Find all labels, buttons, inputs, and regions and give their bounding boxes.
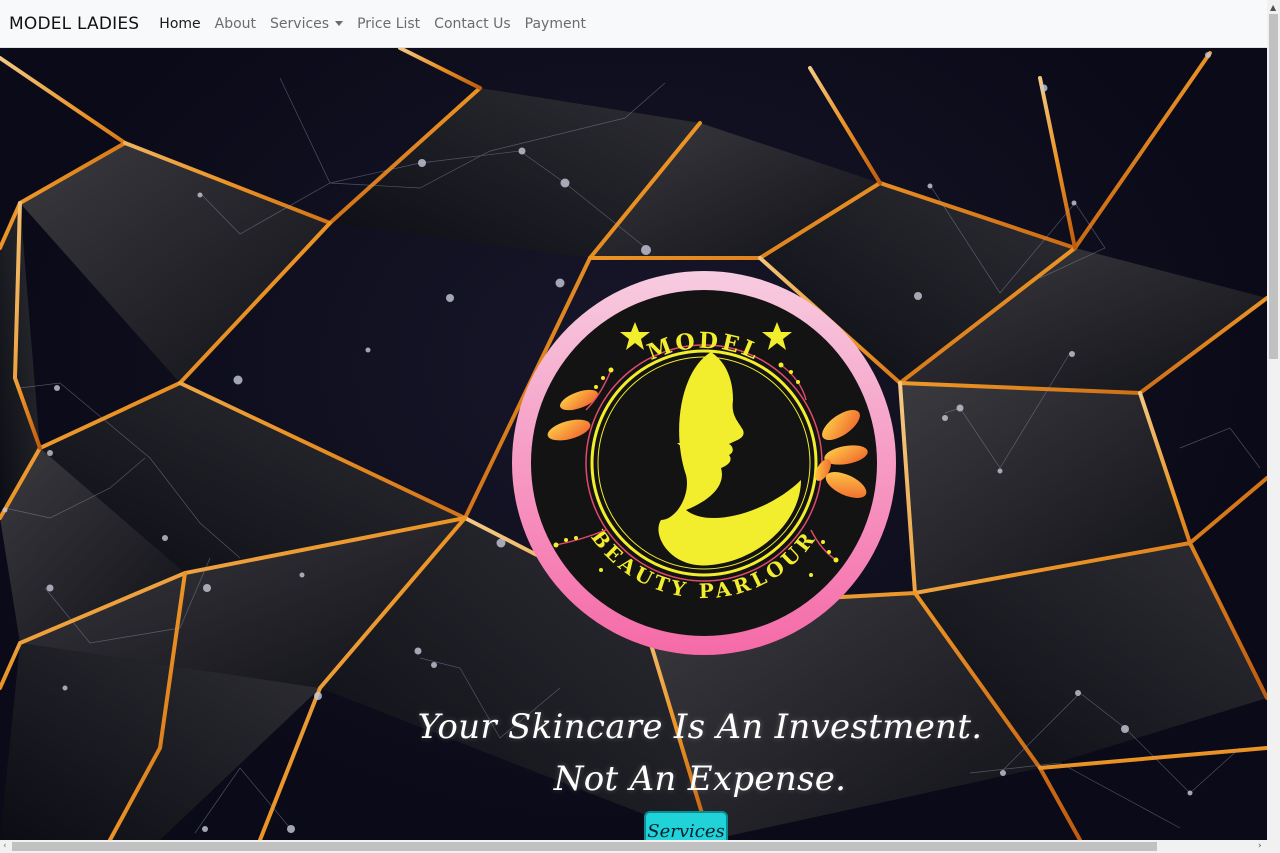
nav-services-dropdown[interactable]: Services [270, 15, 344, 32]
chevron-down-icon [335, 20, 344, 26]
tagline-line-1: Your Skincare Is An Investment. [417, 707, 983, 747]
nav-contact-link[interactable]: Contact Us [434, 16, 510, 32]
hero-section: MODEL BEAUTY PARLOUR Your Skincare Is An… [0, 48, 1267, 840]
services-button[interactable]: Services [644, 811, 728, 840]
nav-payment-link[interactable]: Payment [525, 16, 586, 32]
nav-price-list-link[interactable]: Price List [357, 16, 420, 32]
nav-about-link[interactable]: About [215, 16, 256, 32]
page: MODEL LADIES Home About Services Price L… [0, 0, 1280, 853]
horizontal-scrollbar[interactable]: ‹ › [0, 840, 1280, 853]
nav-services-label: Services [270, 15, 330, 32]
scroll-right-arrow-icon[interactable]: › [1258, 841, 1262, 851]
beauty-parlour-logo: MODEL BEAUTY PARLOUR [512, 271, 896, 655]
brand-logo-text[interactable]: MODEL LADIES [9, 14, 139, 34]
tagline-line-2: Not An Expense. [553, 759, 847, 799]
vertical-scrollbar[interactable]: ▲ [1267, 0, 1280, 840]
nav-home-link[interactable]: Home [159, 16, 200, 32]
hero-tagline: Your Skincare Is An Investment. Not An E… [340, 701, 1060, 805]
horizontal-scrollbar-thumb[interactable] [12, 842, 1157, 851]
vertical-scrollbar-thumb[interactable] [1269, 14, 1278, 359]
scroll-up-arrow-icon[interactable]: ▲ [1270, 4, 1276, 12]
navbar: MODEL LADIES Home About Services Price L… [0, 0, 1267, 48]
scroll-left-arrow-icon[interactable]: ‹ [3, 841, 7, 851]
